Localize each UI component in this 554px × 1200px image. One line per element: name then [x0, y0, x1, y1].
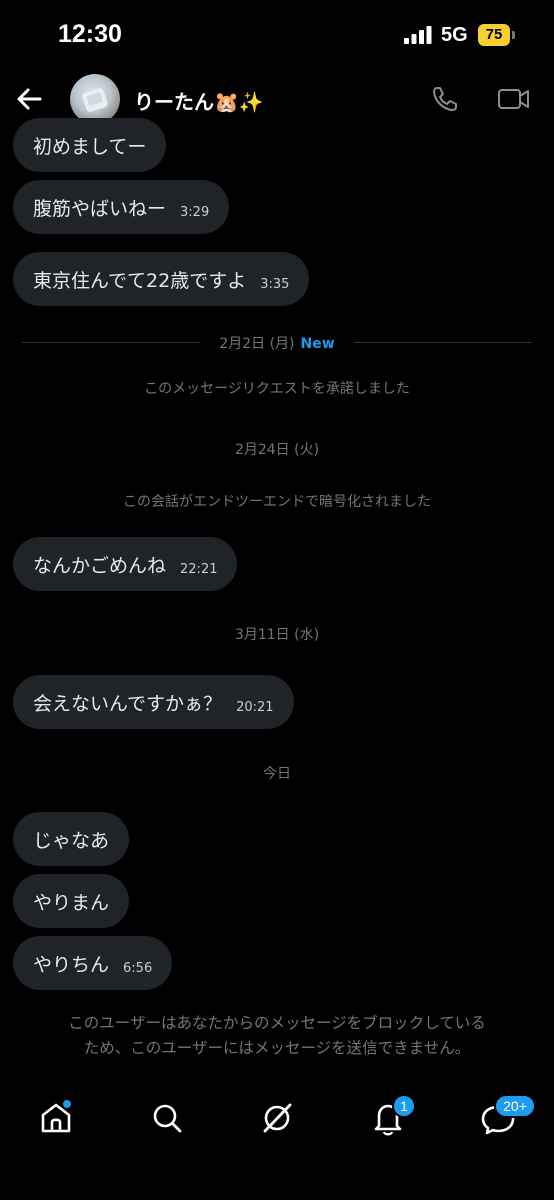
date-separator: 2月24日 (火): [234, 442, 320, 458]
nav-grok[interactable]: [257, 1098, 297, 1138]
battery-tip: [512, 31, 515, 39]
contact-name[interactable]: りーたん🐹✨: [134, 86, 264, 115]
phone-icon[interactable]: [430, 84, 460, 114]
message-text: 初めましてー: [33, 135, 147, 158]
message-text: やりまん: [33, 891, 110, 914]
nav-notifications[interactable]: 1: [368, 1094, 416, 1138]
message-time: 3:29: [180, 204, 210, 220]
blocked-notice-line: このユーザーはあなたからのメッセージをブロックしている: [68, 1014, 486, 1032]
home-indicator: [0, 1160, 554, 1200]
blocked-notice: このユーザーはあなたからのメッセージをブロックしている ため、このユーザーにはメ…: [20, 1011, 534, 1061]
message-bubble[interactable]: 初めましてー: [13, 118, 167, 172]
battery-indicator: 75: [478, 24, 516, 46]
blocked-notice-line: ため、このユーザーにはメッセージを送信できません。: [83, 1039, 471, 1057]
video-camera-icon[interactable]: [497, 84, 531, 114]
message-bubble[interactable]: 東京住んでて22歳ですよ 3:35: [13, 252, 310, 306]
nav-messages[interactable]: 20+: [478, 1094, 536, 1138]
grok-icon: [263, 1103, 292, 1133]
date-separator: 2月2日 (月) New: [0, 333, 554, 353]
search-icon: [153, 1104, 182, 1133]
message-text: 東京住んでて22歳ですよ: [33, 269, 247, 292]
message-time: 20:21: [236, 699, 274, 715]
date-separator: 今日: [263, 766, 291, 782]
message-bubble[interactable]: やりまん: [13, 874, 130, 928]
message-bubble[interactable]: やりちん 6:56: [13, 936, 173, 990]
status-time: 12:30: [58, 20, 122, 48]
cellular-signal-icon: [404, 26, 432, 44]
battery-level: 75: [478, 24, 510, 46]
encryption-notice: この会話がエンドツーエンドで暗号化されました: [123, 494, 431, 510]
message-time: 22:21: [180, 561, 218, 577]
avatar-image: [82, 88, 108, 112]
message-bubble[interactable]: 腹筋やばいねー 3:29: [13, 180, 230, 234]
message-bubble[interactable]: なんかごめんね 22:21: [13, 537, 238, 591]
message-text: やりちん: [33, 953, 110, 976]
message-text: なんかごめんね: [33, 554, 167, 577]
new-label: New: [300, 336, 335, 352]
network-type: 5G: [441, 24, 468, 46]
avatar[interactable]: [70, 74, 120, 124]
message-text: 会えないんですかぁ？: [33, 692, 223, 715]
nav-home[interactable]: [36, 1098, 76, 1138]
message-time: 3:35: [260, 276, 290, 292]
notifications-badge: 1: [392, 1094, 416, 1118]
message-bubble[interactable]: 会えないんですかぁ？ 20:21: [13, 675, 294, 729]
nav-search[interactable]: [147, 1098, 187, 1138]
message-text: じゃなあ: [33, 829, 110, 852]
status-bar: 12:30 5G 75: [0, 0, 554, 70]
request-accepted-notice: このメッセージリクエストを承諾しました: [144, 381, 410, 397]
messages-badge: 20+: [494, 1094, 536, 1118]
message-time: 6:56: [123, 960, 153, 976]
back-arrow-icon[interactable]: [14, 84, 44, 114]
message-text: 腹筋やばいねー: [33, 197, 167, 220]
date-separator: 3月11日 (水): [234, 627, 320, 643]
home-unread-dot: [63, 1100, 71, 1108]
bottom-nav: 1 20+: [0, 1082, 554, 1152]
date-label: 2月2日 (月): [219, 336, 295, 352]
message-bubble[interactable]: じゃなあ: [13, 812, 130, 866]
